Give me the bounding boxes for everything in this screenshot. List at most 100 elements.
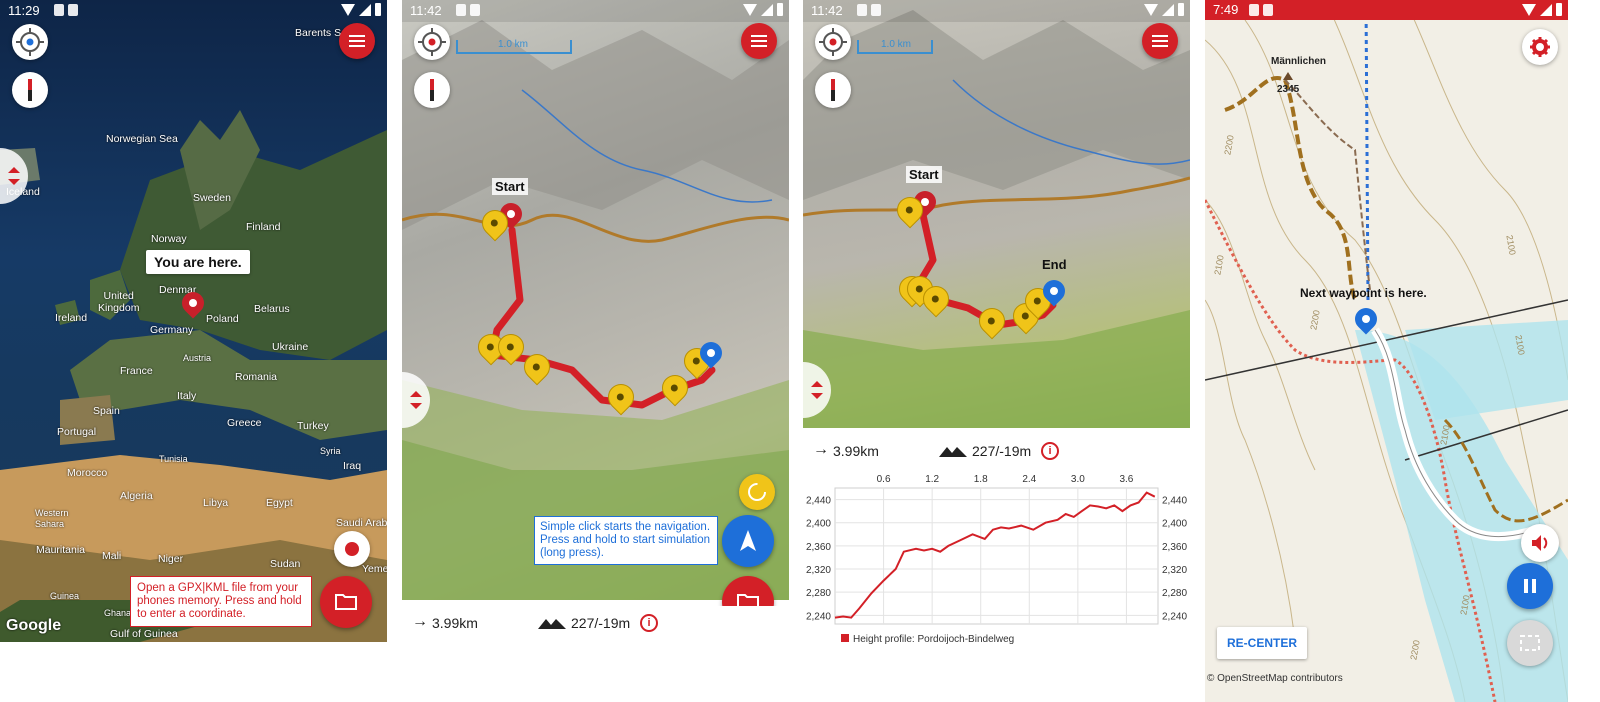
status-time: 11:42: [410, 3, 442, 18]
distance-arrow-icon: →: [412, 613, 428, 630]
elevation-toggle[interactable]: [803, 362, 831, 418]
peak-elevation: 2345: [1277, 84, 1300, 95]
y-tick-label-right: 2,400: [1162, 519, 1187, 530]
start-navigation-button[interactable]: [722, 515, 774, 567]
x-tick-label: 0.6: [877, 474, 891, 485]
recenter-button[interactable]: RE-CENTER: [1217, 627, 1307, 659]
start-label: Start: [492, 178, 528, 195]
drag-handle[interactable]: [981, 430, 1011, 442]
y-tick-label-right: 2,280: [1162, 588, 1187, 599]
wifi-icon: [1522, 3, 1536, 16]
gear-icon: [1530, 37, 1550, 57]
wifi-icon: [1144, 3, 1158, 16]
y-tick-label-right: 2,360: [1162, 542, 1187, 553]
screen-navigation: Männlichen 2345 2200 2100 2100 2100 2100…: [1205, 0, 1568, 702]
status-bar: 11:42: [803, 0, 1190, 22]
map-label: Norway: [151, 233, 187, 245]
status-bar: 11:29: [0, 0, 387, 22]
google-logo: Google: [6, 617, 62, 634]
elevation-toggle[interactable]: [0, 148, 28, 204]
gps-locate-button[interactable]: [815, 24, 851, 60]
map-label: Belarus: [254, 303, 290, 315]
status-bar: 7:49: [1205, 0, 1568, 20]
you-are-here-callout: You are here.: [146, 250, 250, 274]
info-icon[interactable]: i: [1041, 442, 1059, 460]
map-label: Germany: [150, 324, 194, 336]
y-tick-label-left: 2,440: [806, 496, 831, 507]
menu-button[interactable]: [339, 23, 375, 59]
crosshair-icon: [418, 28, 446, 56]
settings-button[interactable]: [1522, 29, 1558, 65]
overview-button[interactable]: [1507, 620, 1553, 666]
map-label: Norwegian Sea: [106, 133, 178, 145]
sound-toggle-button[interactable]: [1521, 524, 1559, 562]
compass-button[interactable]: [12, 72, 48, 108]
status-time: 11:42: [811, 3, 843, 18]
info-icon[interactable]: i: [640, 614, 658, 632]
record-button[interactable]: [334, 531, 370, 567]
route-distance: 3.99km: [432, 615, 478, 631]
map-label: Italy: [177, 390, 197, 402]
pause-icon: [1524, 579, 1536, 593]
notification-icons: [456, 4, 480, 16]
map-label: Saudi Arabi: [336, 517, 387, 529]
y-tick-label-right: 2,240: [1162, 611, 1187, 622]
gps-locate-button[interactable]: [414, 24, 450, 60]
signal-icon: [761, 3, 773, 16]
satellite-map[interactable]: Barents Se Norwegian Sea Iceland Sweden …: [0, 0, 387, 642]
signal-icon: [1162, 3, 1174, 16]
y-tick-label-left: 2,280: [806, 588, 831, 599]
y-tick-label-left: 2,320: [806, 565, 831, 576]
menu-button[interactable]: [1142, 23, 1178, 59]
compass-button[interactable]: [414, 72, 450, 108]
elevation-toggle[interactable]: [402, 372, 430, 428]
nav-bar: [803, 644, 1190, 702]
map-attribution: © OpenStreetMap contributors: [1207, 673, 1343, 684]
status-bar: 11:42: [402, 0, 789, 22]
map-label: Iraq: [343, 460, 362, 472]
topo-relief: [803, 10, 1190, 428]
system-icons: [743, 3, 783, 16]
y-tick-label-left: 2,360: [806, 542, 831, 553]
mountains-icon: [538, 619, 566, 629]
compass-needle-icon: [430, 79, 434, 101]
legend-label: Height profile: Pordoijoch-Bindelweg: [853, 634, 1014, 644]
speaker-icon: [1532, 535, 1548, 551]
navigation-arrow-icon: [740, 530, 756, 551]
elevation-chart[interactable]: 2,440 2,440 2,400 2,400 2,360 2,360 2,320 2,320…: [803, 468, 1190, 644]
y-tick-label-left: 2,240: [806, 611, 831, 622]
y-tick-label-left: 2,400: [806, 519, 831, 530]
wifi-icon: [341, 3, 355, 16]
route-elevation: 227/-19m: [972, 443, 1032, 459]
map-label: Sudan: [270, 558, 301, 570]
pause-navigation-button[interactable]: [1507, 563, 1553, 609]
nav-bar: [402, 644, 789, 702]
map-label: Turkey: [297, 420, 329, 432]
map-label: Algeria: [120, 490, 153, 502]
wifi-icon: [743, 3, 757, 16]
fullscreen-icon: [1520, 635, 1540, 651]
peak-name: Männlichen: [1271, 56, 1327, 67]
crosshair-icon: [819, 28, 847, 56]
screen-route: 1.0 km 11:42 Start Simple click starts t…: [402, 0, 789, 702]
map-label: Sweden: [193, 192, 231, 204]
notification-icons: [54, 4, 78, 16]
map-label: Gulf of Guinea: [110, 628, 178, 640]
start-label: Start: [906, 166, 942, 183]
menu-button[interactable]: [741, 23, 777, 59]
legend-swatch: [841, 634, 849, 642]
map-label: Niger: [158, 553, 184, 565]
map-label: Poland: [206, 313, 239, 325]
topo-map[interactable]: 1.0 km: [402, 0, 789, 600]
reverse-route-button[interactable]: [739, 474, 775, 510]
x-tick-label: 1.2: [925, 474, 939, 485]
open-file-button[interactable]: [320, 576, 372, 628]
gps-locate-button[interactable]: [12, 24, 48, 60]
route-summary-bar: → 3.99km 227/-19m i: [402, 606, 789, 640]
route-summary-bar: → 3.99km 227/-19m i: [803, 437, 1190, 467]
map-label: United Kingdom: [98, 290, 140, 314]
topo-map[interactable]: 1.0 km: [803, 0, 1190, 428]
compass-button[interactable]: [815, 72, 851, 108]
map-label: Syria: [320, 446, 341, 456]
map-label: Morocco: [67, 467, 108, 479]
